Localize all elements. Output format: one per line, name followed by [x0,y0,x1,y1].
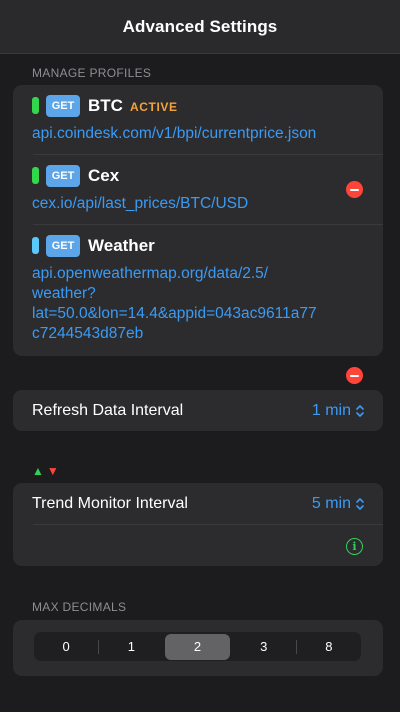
trend-monitor-picker[interactable]: 5 min [312,495,365,513]
refresh-interval-picker[interactable]: 1 min [312,402,365,420]
divider [33,524,383,525]
profile-url[interactable]: cex.io/api/last_prices/BTC/USD [32,194,352,214]
profile-item-cex[interactable]: GET Cex cex.io/api/last_prices/BTC/USD [13,155,383,224]
chevron-up-down-icon [356,405,364,417]
segment-option-2[interactable]: 2 [165,633,230,660]
profile-name: Weather [88,236,155,255]
delete-profile-button[interactable] [346,367,363,384]
refresh-interval-value: 1 min [311,402,351,419]
info-icon[interactable]: i [346,538,363,555]
profile-item-btc[interactable]: GET BTC ACTIVE api.coindesk.com/v1/bpi/c… [13,85,383,154]
trend-arrows: ▲ ▼ [32,464,59,478]
segment-option-0[interactable]: 0 [34,634,98,660]
method-badge: GET [46,95,80,117]
page-title: Advanced Settings [122,16,278,36]
method-badge: GET [46,165,80,187]
profile-url-line: c7244543d87eb [32,325,144,342]
trend-down-icon: ▼ [46,464,59,478]
refresh-interval-row[interactable]: Refresh Data Interval 1 min [13,390,383,431]
profile-item-weather[interactable]: GET Weather api.openweathermap.org/data/… [13,225,383,384]
max-decimals-card: 0 1 2 3 8 [13,620,383,676]
profile-status-indicator [32,237,39,254]
max-decimals-header: MAX DECIMALS [32,600,127,614]
profile-url-line: weather? [32,285,96,302]
method-badge: GET [46,235,80,257]
profile-url[interactable]: api.coindesk.com/v1/bpi/currentprice.jso… [32,124,352,144]
profile-status-indicator [32,97,39,114]
navigation-bar: Advanced Settings [0,0,400,54]
refresh-interval-label: Refresh Data Interval [32,402,184,419]
manage-profiles-header: MANAGE PROFILES [32,66,152,80]
trend-up-icon: ▲ [32,464,44,478]
profile-status-indicator [32,167,39,184]
delete-profile-button[interactable] [346,181,363,198]
profile-name: Cex [88,166,120,185]
profile-name: BTC [88,96,123,115]
segment-option-3[interactable]: 3 [232,634,296,660]
chevron-up-down-icon [356,498,364,510]
segment-option-8[interactable]: 8 [297,634,361,660]
trend-monitor-card: Trend Monitor Interval 5 min i [13,483,383,566]
active-badge: ACTIVE [130,100,178,114]
profile-url-line: lat=50.0&lon=14.4&appid=043ac9611a77 [32,305,317,322]
profile-url[interactable]: api.openweathermap.org/data/2.5/ weather… [32,264,352,344]
profile-url-line: api.openweathermap.org/data/2.5/ [32,265,269,282]
profiles-card: GET BTC ACTIVE api.coindesk.com/v1/bpi/c… [13,85,383,384]
max-decimals-segmented-control[interactable]: 0 1 2 3 8 [34,632,361,661]
segment-option-1[interactable]: 1 [99,634,163,660]
trend-monitor-value: 5 min [311,495,351,512]
trend-monitor-label: Trend Monitor Interval [32,495,188,512]
